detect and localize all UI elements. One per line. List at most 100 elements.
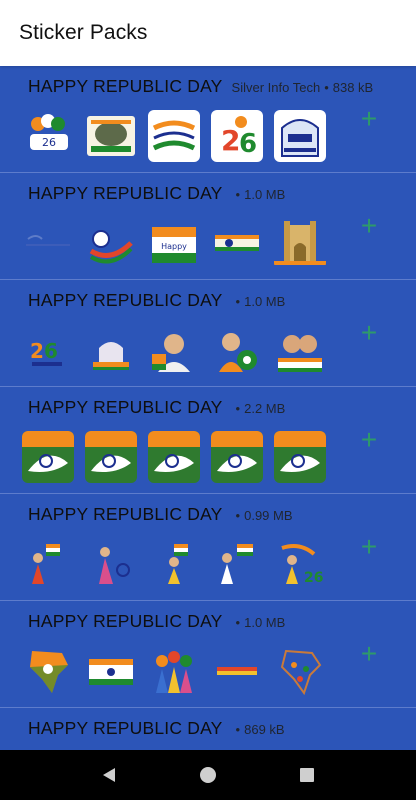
pack-size: 869 kB bbox=[244, 722, 285, 737]
pack-name: HAPPY REPUBLIC DAY bbox=[28, 504, 223, 524]
back-icon bbox=[103, 768, 116, 782]
sticker-thumbnail bbox=[274, 431, 326, 483]
sticker-thumbnail bbox=[22, 431, 74, 483]
sticker-preview-row bbox=[22, 645, 326, 697]
back-button[interactable] bbox=[94, 760, 124, 790]
add-to-whatsapp-button[interactable]: + bbox=[356, 424, 382, 455]
meta-separator: • bbox=[235, 615, 241, 630]
pack-name: HAPPY REPUBLIC DAY bbox=[28, 397, 223, 417]
home-button[interactable] bbox=[193, 760, 223, 790]
pack-header: HAPPY REPUBLIC DAY Silver Info Tech • 838 … bbox=[28, 76, 373, 97]
sticker-thumbnail bbox=[85, 538, 137, 590]
home-icon bbox=[199, 767, 216, 783]
pack-publisher: Silver Info Tech bbox=[231, 80, 321, 95]
sticker-preview-row: Happy bbox=[22, 217, 326, 269]
pack-size: 1.0 MB bbox=[244, 294, 286, 309]
sticker-thumbnail bbox=[148, 431, 200, 483]
sticker-pack-list[interactable]: HAPPY REPUBLIC DAY Silver Info Tech • 838 … bbox=[0, 66, 416, 750]
sticker-thumbnail bbox=[148, 110, 200, 162]
meta-separator: • bbox=[235, 187, 241, 202]
add-to-whatsapp-button[interactable]: + bbox=[356, 103, 382, 134]
sticker-preview-row: 26 bbox=[22, 538, 326, 590]
pack-meta: • 1.0 MB bbox=[232, 294, 286, 309]
sticker-thumbnail bbox=[85, 431, 137, 483]
sticker-thumbnail: 26 bbox=[22, 110, 74, 162]
list-item[interactable]: HAPPY REPUBLIC DAY • 2.2 MB + bbox=[0, 387, 416, 494]
svg-text:26: 26 bbox=[304, 570, 323, 586]
sticker-thumbnail bbox=[211, 431, 263, 483]
sticker-thumbnail: 26 bbox=[211, 110, 263, 162]
add-to-whatsapp-button[interactable]: + bbox=[356, 210, 382, 241]
page-title: Sticker Packs bbox=[19, 21, 148, 44]
add-to-whatsapp-button[interactable]: + bbox=[356, 531, 382, 562]
list-item[interactable]: HAPPY REPUBLIC DAY • 1.0 MB 26 + bbox=[0, 280, 416, 387]
meta-separator: • bbox=[235, 294, 241, 309]
sticker-thumbnail bbox=[148, 538, 200, 590]
svg-text:Happy: Happy bbox=[161, 242, 187, 251]
plus-icon: + bbox=[360, 424, 378, 455]
sticker-thumbnail bbox=[148, 324, 200, 376]
meta-separator: • bbox=[235, 508, 241, 523]
svg-text:6: 6 bbox=[44, 339, 58, 363]
plus-icon: + bbox=[360, 317, 378, 348]
sticker-thumbnail bbox=[274, 217, 326, 269]
plus-icon: + bbox=[360, 103, 378, 134]
list-item[interactable]: HAPPY REPUBLIC DAY • 1.0 MB + bbox=[0, 601, 416, 708]
sticker-thumbnail bbox=[211, 538, 263, 590]
pack-meta: Silver Info Tech • 838 kB bbox=[232, 80, 374, 95]
svg-text:2: 2 bbox=[221, 124, 240, 157]
system-navigation-bar bbox=[0, 750, 416, 800]
sticker-thumbnail bbox=[85, 217, 137, 269]
pack-name: HAPPY REPUBLIC DAY bbox=[28, 290, 223, 310]
pack-meta: • 1.0 MB bbox=[232, 615, 286, 630]
pack-meta: • 0.99 MB bbox=[232, 508, 293, 523]
pack-meta: • 869 kB bbox=[232, 722, 285, 737]
sticker-thumbnail bbox=[22, 538, 74, 590]
add-to-whatsapp-button[interactable]: + bbox=[356, 317, 382, 348]
pack-header: HAPPY REPUBLIC DAY • 0.99 MB bbox=[28, 504, 293, 525]
list-item[interactable]: HAPPY REPUBLIC DAY • 1.0 MB Happy + bbox=[0, 173, 416, 280]
sticker-thumbnail bbox=[211, 324, 263, 376]
list-item[interactable]: HAPPY REPUBLIC DAY • 869 kB bbox=[0, 708, 416, 750]
svg-text:6: 6 bbox=[239, 129, 257, 159]
pack-header: HAPPY REPUBLIC DAY • 2.2 MB bbox=[28, 397, 285, 418]
pack-size: 0.99 MB bbox=[244, 508, 293, 523]
sticker-preview-row: 26 bbox=[22, 324, 326, 376]
meta-separator: • bbox=[324, 80, 329, 95]
sticker-thumbnail bbox=[274, 645, 326, 697]
pack-name: HAPPY REPUBLIC DAY bbox=[28, 718, 223, 738]
sticker-thumbnail bbox=[22, 217, 74, 269]
plus-icon: + bbox=[360, 638, 378, 669]
sticker-thumbnail bbox=[274, 110, 326, 162]
pack-header: HAPPY REPUBLIC DAY • 1.0 MB bbox=[28, 183, 285, 204]
recents-button[interactable] bbox=[292, 760, 322, 790]
sticker-thumbnail bbox=[211, 217, 263, 269]
svg-text:26: 26 bbox=[42, 136, 56, 149]
add-to-whatsapp-button[interactable]: + bbox=[356, 638, 382, 669]
pack-size: 838 kB bbox=[332, 80, 374, 95]
sticker-thumbnail: 26 bbox=[274, 538, 326, 590]
pack-meta: • 2.2 MB bbox=[232, 401, 286, 416]
sticker-thumbnail bbox=[85, 645, 137, 697]
pack-header: HAPPY REPUBLIC DAY • 1.0 MB bbox=[28, 611, 285, 632]
pack-meta: • 1.0 MB bbox=[232, 187, 286, 202]
pack-name: HAPPY REPUBLIC DAY bbox=[28, 76, 223, 96]
sticker-thumbnail bbox=[211, 645, 263, 697]
plus-icon: + bbox=[360, 210, 378, 241]
list-item[interactable]: HAPPY REPUBLIC DAY Silver Info Tech • 838 … bbox=[0, 66, 416, 173]
sticker-preview-row: 26 26 bbox=[22, 110, 326, 162]
meta-separator: • bbox=[235, 401, 241, 416]
sticker-thumbnail bbox=[85, 324, 137, 376]
pack-size: 1.0 MB bbox=[244, 615, 286, 630]
pack-header: HAPPY REPUBLIC DAY • 869 kB bbox=[28, 718, 285, 739]
sticker-thumbnail: Happy bbox=[148, 217, 200, 269]
list-item[interactable]: HAPPY REPUBLIC DAY • 0.99 MB 26 + bbox=[0, 494, 416, 601]
pack-size: 2.2 MB bbox=[244, 401, 286, 416]
plus-icon: + bbox=[360, 531, 378, 562]
sticker-thumbnail: 26 bbox=[22, 324, 74, 376]
sticker-preview-row bbox=[22, 431, 326, 483]
sticker-thumbnail bbox=[85, 110, 137, 162]
meta-separator: • bbox=[235, 722, 241, 737]
sticker-thumbnail bbox=[148, 645, 200, 697]
pack-name: HAPPY REPUBLIC DAY bbox=[28, 183, 223, 203]
